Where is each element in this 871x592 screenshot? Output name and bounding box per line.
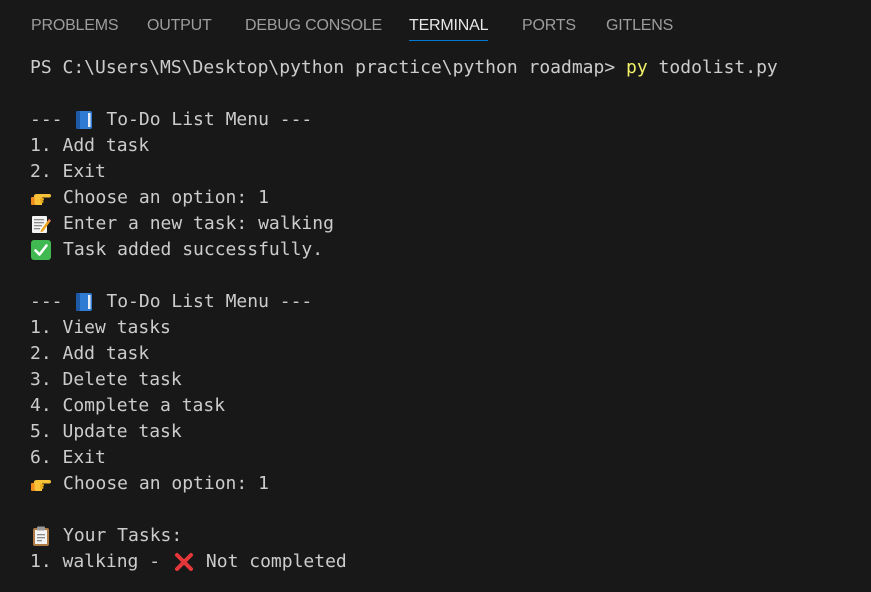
choose-option-line: Choose an option: 1 — [30, 185, 865, 211]
cross-mark-icon — [173, 549, 195, 575]
tab-gitlens[interactable]: GITLENS — [606, 16, 673, 36]
menu-title-left: --- — [30, 291, 63, 312]
menu-option: 1. View tasks — [30, 317, 171, 338]
tab-terminal[interactable]: TERMINAL — [409, 16, 489, 36]
terminal-command-line: PS C:\Users\MS\Desktop\python practice\p… — [30, 55, 865, 81]
task-added-line: Task added successfully. — [30, 237, 865, 263]
active-tab-indicator — [409, 40, 488, 41]
tab-ports[interactable]: PORTS — [522, 16, 576, 36]
blue-book-icon — [73, 289, 95, 315]
command-args: todolist.py — [647, 57, 778, 78]
menu-title-right: To-Do List Menu --- — [106, 291, 313, 312]
clipboard-icon — [30, 523, 52, 549]
menu-title-right: To-Do List Menu --- — [106, 109, 313, 130]
task-item-left: 1. walking - — [30, 551, 161, 572]
choose-option-text: Choose an option: 1 — [63, 187, 269, 208]
check-mark-icon — [30, 237, 52, 263]
enter-task-text: Enter a new task: walking — [63, 213, 334, 234]
terminal-prompt: PS C:\Users\MS\Desktop\python practice\p… — [30, 57, 627, 78]
menu-option: 2. Add task — [30, 343, 150, 364]
menu-option: 6. Exit — [30, 447, 106, 468]
command-executable: py — [626, 57, 648, 78]
your-tasks-text: Your Tasks: — [63, 525, 183, 546]
menu-title: --- To-Do List Menu --- — [30, 289, 865, 315]
menu-option: 2. Exit — [30, 161, 106, 182]
task-item-status: Not completed — [205, 551, 347, 572]
pointing-hand-icon — [30, 471, 52, 497]
pointing-hand-icon — [30, 185, 52, 211]
enter-task-line: Enter a new task: walking — [30, 211, 865, 237]
choose-option-line: Choose an option: 1 — [30, 471, 865, 497]
choose-option-text: Choose an option: 1 — [63, 473, 269, 494]
panel-tab-bar: PROBLEMS OUTPUT DEBUG CONSOLE TERMINAL P… — [0, 0, 871, 46]
tab-debug-console[interactable]: DEBUG CONSOLE — [245, 16, 382, 36]
menu-option: 5. Update task — [30, 421, 182, 442]
task-added-text: Task added successfully. — [63, 239, 324, 260]
menu-option: 4. Complete a task — [30, 395, 226, 416]
menu-option: 3. Delete task — [30, 369, 182, 390]
task-list-item: 1. walking - Not completed — [30, 549, 865, 575]
menu-option: 1. Add task — [30, 135, 150, 156]
menu-title: --- To-Do List Menu --- — [30, 107, 865, 133]
tab-output[interactable]: OUTPUT — [147, 16, 212, 36]
blue-book-icon — [73, 107, 95, 133]
your-tasks-line: Your Tasks: — [30, 523, 865, 549]
menu-title-left: --- — [30, 109, 63, 130]
memo-icon — [30, 211, 52, 237]
tab-problems[interactable]: PROBLEMS — [31, 16, 119, 36]
terminal-output[interactable]: PS C:\Users\MS\Desktop\python practice\p… — [30, 55, 865, 575]
